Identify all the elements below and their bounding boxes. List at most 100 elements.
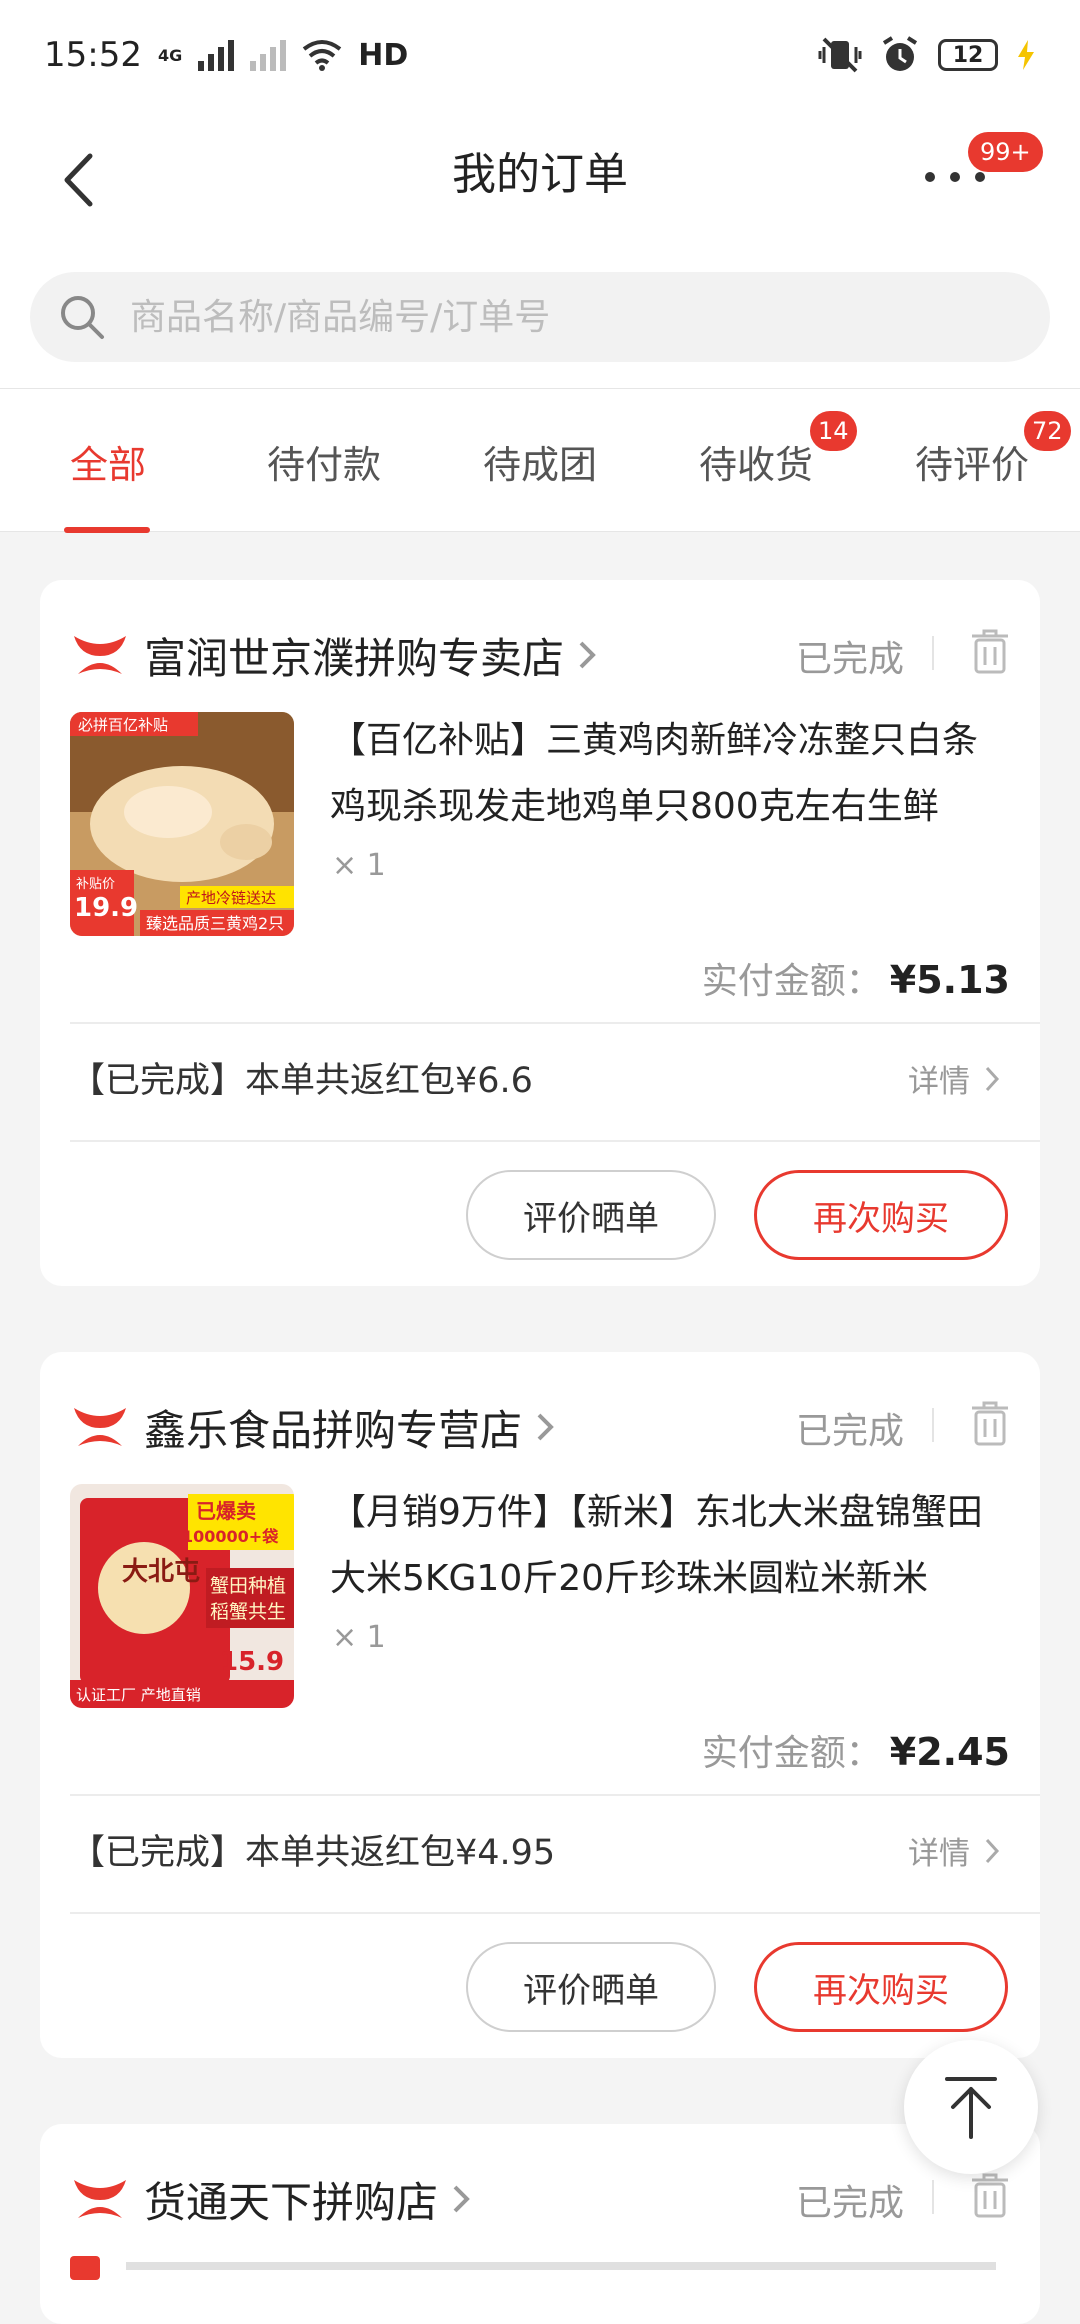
back-to-top-button[interactable] (904, 2040, 1038, 2174)
divider (70, 1022, 1040, 1024)
order-card: 富润世京濮拼购专卖店 已完成 必拼百亿补贴 补贴价 19.9 产地冷链送达 臻选… (40, 580, 1040, 1286)
clock: 15:52 (44, 35, 142, 75)
chevron-right-icon (537, 1413, 554, 1441)
status-bar: 15:52 4G HD 12 (0, 0, 1080, 110)
tab-label: 全部 (69, 442, 146, 487)
product-image[interactable]: 大北屯 已爆卖 100000+袋 蟹田种植 稻蟹共生 认证工厂 产地直销 15.… (70, 1484, 294, 1708)
detail-link[interactable]: 详情 (908, 1828, 1000, 1873)
product-row-partial (126, 2262, 996, 2270)
page-title: 我的订单 (452, 149, 628, 200)
chevron-right-icon (453, 2185, 470, 2213)
wifi-icon (303, 40, 342, 71)
hd-indicator: HD (358, 37, 409, 73)
shop-header[interactable]: 富润世京濮拼购专卖店 (70, 620, 596, 690)
shop-name: 富润世京濮拼购专卖店 (144, 633, 565, 683)
redpack-info: 【已完成】本单共返红包¥6.6 (70, 1061, 533, 1101)
review-button[interactable]: 评价晒单 (466, 1170, 716, 1260)
tab-pending-payment[interactable]: 待付款 (216, 389, 432, 533)
paid-amount: ¥5.13 (889, 958, 1010, 1002)
detail-label: 详情 (908, 1064, 970, 1100)
shop-name: 货通天下拼购店 (144, 2177, 439, 2227)
order-status: 已完成 (795, 1411, 904, 1452)
product-thumb-partial (70, 2256, 100, 2280)
image-price: 19.9 (74, 893, 138, 923)
paid-amount-row: 实付金额： ¥5.13 (702, 952, 1010, 1004)
tab-pending-group[interactable]: 待成团 (432, 389, 648, 533)
search-box[interactable] (30, 272, 1050, 362)
rebuy-button[interactable]: 再次购买 (754, 1170, 1008, 1260)
product-title[interactable]: 【月销9万件】【新米】东北大米盘锦蟹田大米5KG10斤20斤珍珠米圆粒米新米 (330, 1480, 1010, 1612)
alarm-icon (882, 36, 918, 71)
image-tag-count: 100000+袋 (182, 1527, 279, 1546)
tab-count-badge: 14 (810, 411, 857, 451)
divider (70, 1794, 1040, 1796)
battery-icon: 12 (938, 39, 998, 71)
image-badge: 必拼百亿补贴 (78, 716, 168, 734)
chevron-right-icon (985, 1066, 1000, 1091)
network-type: 4G (157, 45, 183, 65)
divider (70, 1140, 1040, 1142)
shop-name: 鑫乐食品拼购专营店 (144, 1405, 523, 1455)
delete-trash-icon[interactable] (970, 1400, 1010, 1446)
image-footer: 认证工厂 产地直销 (76, 1686, 201, 1704)
detail-label: 详情 (908, 1836, 970, 1872)
review-button[interactable]: 评价晒单 (466, 1942, 716, 2032)
divider (932, 2180, 934, 2214)
order-tabs: 全部 待付款 待成团 待收货 14 待评价 72 (0, 388, 1080, 533)
search-input[interactable] (130, 296, 1030, 338)
divider (932, 636, 934, 670)
redpack-info: 【已完成】本单共返红包¥4.95 (70, 1833, 556, 1873)
product-quantity: × 1 (332, 1620, 386, 1655)
chicken-product-image: 必拼百亿补贴 补贴价 19.9 产地冷链送达 臻选品质三黄鸡2只 (70, 712, 294, 936)
shop-logo-icon (74, 636, 126, 674)
delete-trash-icon[interactable] (970, 2172, 1010, 2218)
message-badge: 99+ (968, 132, 1043, 172)
tab-label: 待付款 (266, 442, 381, 487)
shop-header[interactable]: 货通天下拼购店 (70, 2164, 470, 2234)
tab-pending-receipt[interactable]: 待收货 14 (648, 389, 864, 533)
order-status: 已完成 (795, 639, 904, 680)
paid-amount-row: 实付金额： ¥2.45 (702, 1724, 1010, 1776)
signal-2-icon (250, 39, 287, 71)
order-card: 鑫乐食品拼购专营店 已完成 大北屯 已爆卖 100000+袋 蟹田种植 稻蟹共生… (40, 1352, 1040, 2058)
tab-all[interactable]: 全部 (0, 389, 216, 533)
image-tag1: 蟹田种植 (210, 1575, 286, 1597)
tab-active-indicator (64, 527, 150, 533)
order-status: 已完成 (795, 2183, 904, 2224)
product-quantity: × 1 (332, 848, 386, 883)
search-icon (61, 296, 104, 339)
detail-link[interactable]: 详情 (908, 1056, 1000, 1101)
tab-label: 待收货 (698, 442, 813, 487)
arrow-up-to-top-icon (945, 2077, 997, 2139)
search-area (0, 270, 1080, 388)
tab-label: 待成团 (482, 442, 597, 487)
chevron-right-icon (985, 1838, 1000, 1863)
vibrate-off-icon (818, 37, 862, 73)
image-tag2: 稻蟹共生 (210, 1601, 286, 1623)
image-tag2: 臻选品质三黄鸡2只 (146, 914, 284, 933)
divider (932, 1408, 934, 1442)
paid-label: 实付金额： (701, 1733, 882, 1774)
paid-amount: ¥2.45 (889, 1730, 1010, 1774)
tab-label: 待评价 (914, 442, 1029, 487)
shop-logo-icon (74, 1408, 126, 1446)
product-image[interactable]: 必拼百亿补贴 补贴价 19.9 产地冷链送达 臻选品质三黄鸡2只 (70, 712, 294, 936)
tab-pending-review[interactable]: 待评价 72 (864, 389, 1080, 533)
image-tag-top: 已爆卖 (196, 1499, 256, 1523)
image-tag1: 产地冷链送达 (186, 889, 276, 907)
rice-product-image: 大北屯 已爆卖 100000+袋 蟹田种植 稻蟹共生 认证工厂 产地直销 15.… (70, 1484, 294, 1708)
image-price: 15.9 (220, 1647, 284, 1677)
shop-header[interactable]: 鑫乐食品拼购专营店 (70, 1392, 554, 1462)
image-brand: 大北屯 (122, 1557, 200, 1587)
rebuy-button[interactable]: 再次购买 (754, 1942, 1008, 2032)
delete-trash-icon[interactable] (970, 628, 1010, 674)
product-title[interactable]: 【百亿补贴】三黄鸡肉新鲜冷冻整只白条鸡现杀现发走地鸡单只800克左右生鲜 (330, 708, 1010, 840)
chevron-right-icon (579, 641, 596, 669)
order-card: 货通天下拼购店 已完成 (40, 2124, 1040, 2324)
image-price-label: 补贴价 (76, 877, 115, 892)
shop-logo-icon (74, 2180, 126, 2218)
top-bar: 我的订单 99+ (0, 110, 1080, 270)
signal-icon (198, 39, 235, 71)
divider (70, 1912, 1040, 1914)
tab-count-badge: 72 (1024, 411, 1071, 451)
